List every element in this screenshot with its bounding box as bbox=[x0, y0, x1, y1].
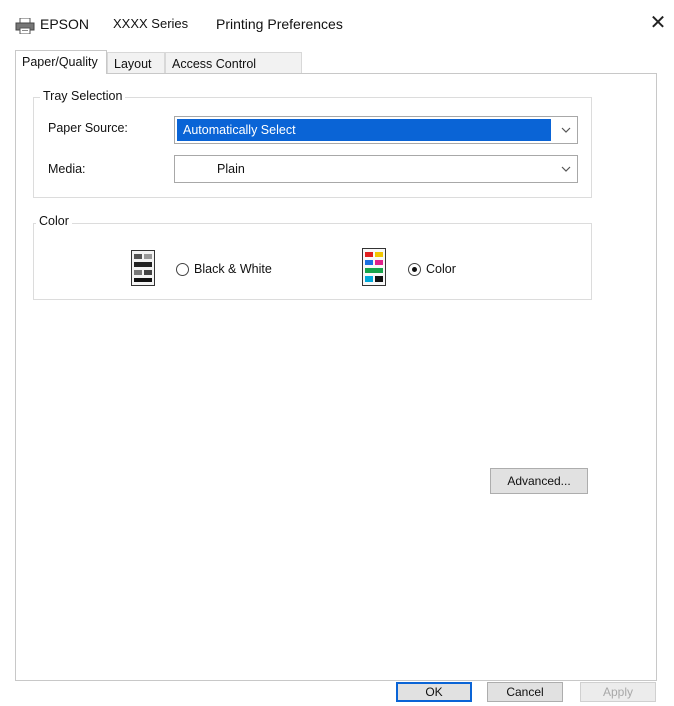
window-brand: EPSON bbox=[40, 16, 90, 32]
black-white-radio[interactable] bbox=[176, 263, 189, 276]
color-legend: Color bbox=[36, 214, 72, 228]
window-series: XXXX Series bbox=[113, 16, 189, 31]
title-bar: EPSON XXXX Series Printing Preferences ✕ bbox=[0, 0, 674, 48]
tab-access-control-settings[interactable]: Access Control Settings bbox=[165, 52, 302, 93]
cancel-button[interactable]: Cancel bbox=[487, 682, 563, 702]
paper-source-label: Paper Source: bbox=[48, 121, 128, 135]
media-label: Media: bbox=[48, 162, 86, 176]
tab-layout[interactable]: Layout bbox=[107, 52, 165, 74]
apply-button[interactable]: Apply bbox=[580, 682, 656, 702]
close-icon: ✕ bbox=[649, 12, 667, 34]
advanced-label: Advanced... bbox=[507, 474, 571, 488]
grayscale-document-icon bbox=[131, 250, 155, 286]
cancel-label: Cancel bbox=[506, 685, 544, 699]
color-option-label: Color bbox=[426, 262, 456, 276]
color-group bbox=[33, 223, 592, 300]
tab-label: Layout bbox=[114, 57, 152, 71]
apply-label: Apply bbox=[602, 685, 634, 699]
window-title: Printing Preferences bbox=[216, 16, 343, 32]
color-document-icon bbox=[362, 248, 386, 286]
paper-source-value: Automatically Select bbox=[183, 123, 296, 137]
paper-source-select[interactable]: Automatically Select bbox=[174, 116, 578, 144]
tray-selection-legend: Tray Selection bbox=[40, 89, 126, 103]
color-radio[interactable] bbox=[408, 263, 421, 276]
close-button[interactable]: ✕ bbox=[644, 9, 672, 37]
printer-icon bbox=[15, 18, 35, 34]
chevron-down-icon bbox=[561, 127, 571, 133]
advanced-button[interactable]: Advanced... bbox=[490, 468, 588, 494]
tab-label: Paper/Quality bbox=[22, 55, 98, 69]
ok-button[interactable]: OK bbox=[396, 682, 472, 702]
chevron-down-icon bbox=[561, 166, 571, 172]
tab-paper-quality[interactable]: Paper/Quality bbox=[15, 50, 107, 74]
media-select[interactable]: Plain bbox=[174, 155, 578, 183]
media-value: Plain bbox=[217, 162, 245, 176]
ok-label: OK bbox=[425, 685, 443, 699]
black-white-label: Black & White bbox=[194, 262, 272, 276]
